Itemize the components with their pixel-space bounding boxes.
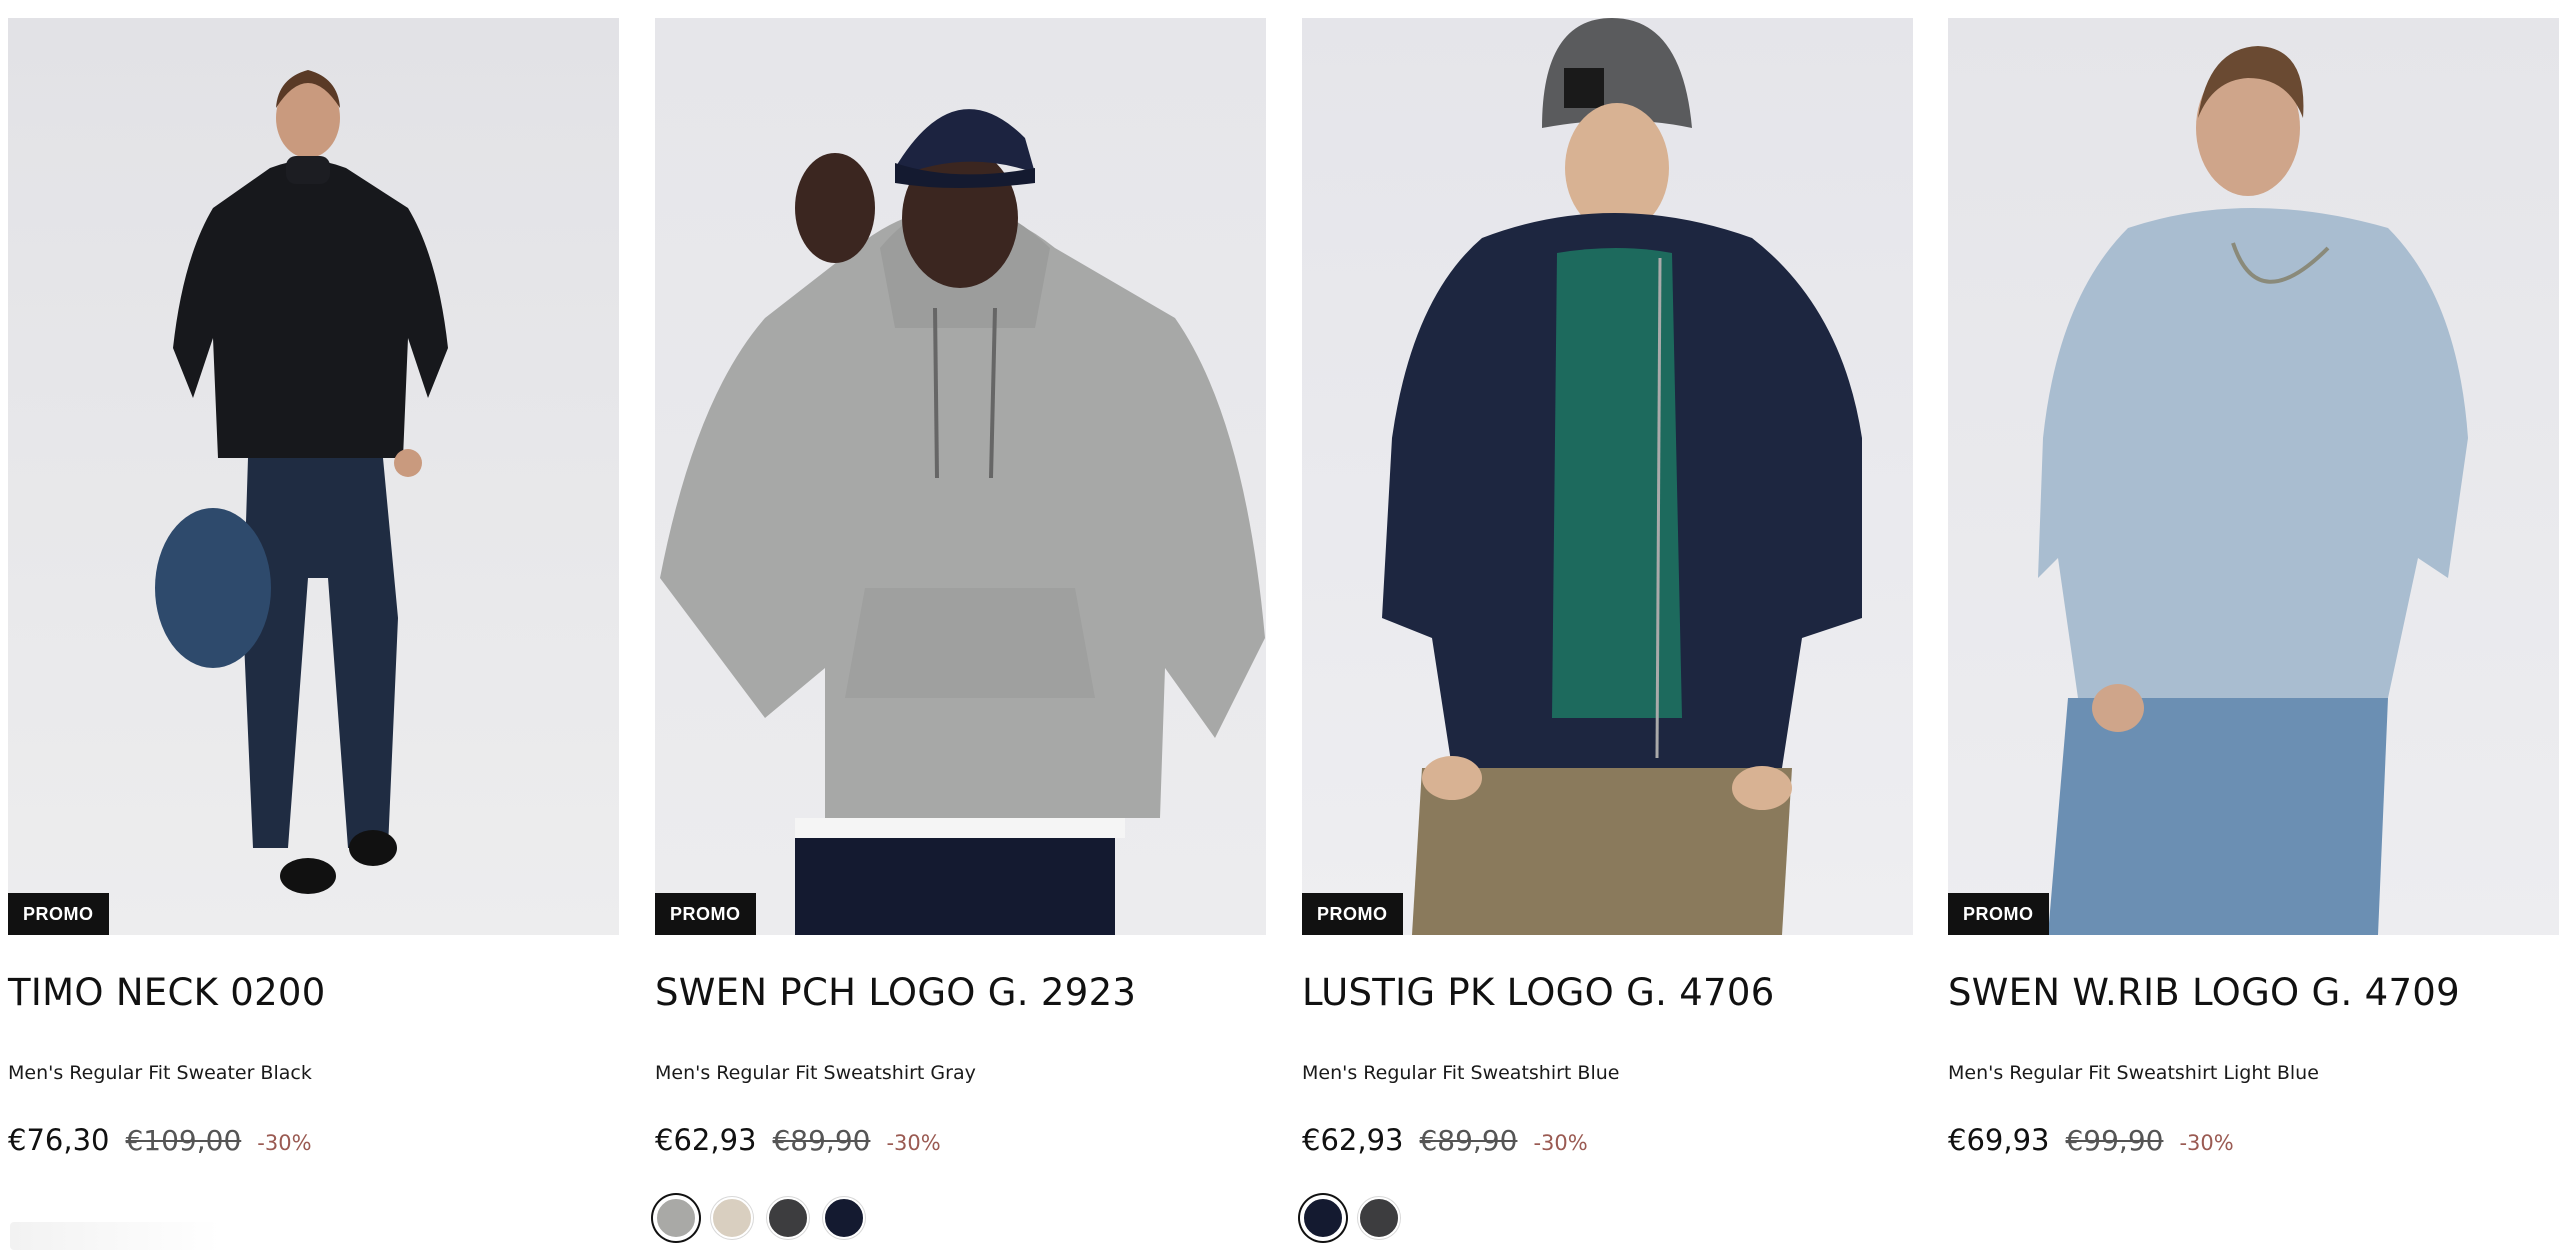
product-photo-timo-neck xyxy=(8,18,619,935)
current-price: €62,93 xyxy=(1302,1123,1404,1157)
current-price: €76,30 xyxy=(8,1123,110,1157)
current-price: €69,93 xyxy=(1948,1123,2050,1157)
color-swatch[interactable] xyxy=(711,1197,753,1239)
product-title[interactable]: SWEN PCH LOGO G. 2923 xyxy=(655,971,1266,1015)
price-row: €62,93 €89,90 -30% xyxy=(655,1123,1266,1157)
color-swatch[interactable] xyxy=(1358,1197,1400,1239)
discount-label: -30% xyxy=(886,1131,941,1155)
color-swatch[interactable] xyxy=(1302,1197,1344,1239)
promo-badge: PROMO xyxy=(1302,893,1403,935)
discount-label: -30% xyxy=(257,1131,312,1155)
original-price: €99,90 xyxy=(2065,1124,2164,1157)
product-image[interactable]: PROMO xyxy=(1302,18,1913,935)
product-title[interactable]: TIMO NECK 0200 xyxy=(8,971,619,1015)
color-swatches xyxy=(1948,1195,2559,1241)
discount-label: -30% xyxy=(1533,1131,1588,1155)
color-swatches xyxy=(1302,1195,1913,1241)
product-card[interactable]: PROMO TIMO NECK 0200 Men's Regular Fit S… xyxy=(8,18,619,1241)
color-swatch[interactable] xyxy=(767,1197,809,1239)
product-card[interactable]: PROMO SWEN W.RIB LOGO G. 4709 Men's Regu… xyxy=(1948,18,2559,1241)
product-photo-lustig-pk xyxy=(1302,18,1913,935)
promo-badge: PROMO xyxy=(655,893,756,935)
product-description: Men's Regular Fit Sweatshirt Light Blue xyxy=(1948,1062,2319,1084)
product-image[interactable]: PROMO xyxy=(655,18,1266,935)
original-price: €89,90 xyxy=(1419,1124,1518,1157)
color-swatch[interactable] xyxy=(655,1197,697,1239)
product-image[interactable]: PROMO xyxy=(1948,18,2559,935)
product-card[interactable]: PROMO SWEN PCH LOGO G. 2923 Men's Regula… xyxy=(655,18,1266,1241)
product-photo-swen-wrib xyxy=(1948,18,2559,935)
original-price: €89,90 xyxy=(772,1124,871,1157)
product-photo-swen-pch xyxy=(655,18,1266,935)
product-image[interactable]: PROMO xyxy=(8,18,619,935)
partially-visible-element xyxy=(10,1222,220,1250)
original-price: €109,00 xyxy=(125,1124,242,1157)
product-description: Men's Regular Fit Sweater Black xyxy=(8,1062,312,1084)
product-title[interactable]: SWEN W.RIB LOGO G. 4709 xyxy=(1948,971,2559,1015)
discount-label: -30% xyxy=(2179,1131,2234,1155)
product-card[interactable]: PROMO LUSTIG PK LOGO G. 4706 Men's Regul… xyxy=(1302,18,1913,1241)
color-swatch[interactable] xyxy=(823,1197,865,1239)
product-grid: PROMO TIMO NECK 0200 Men's Regular Fit S… xyxy=(0,0,2560,1250)
product-description: Men's Regular Fit Sweatshirt Gray xyxy=(655,1062,976,1084)
current-price: €62,93 xyxy=(655,1123,757,1157)
color-swatches xyxy=(655,1195,1266,1241)
promo-badge: PROMO xyxy=(8,893,109,935)
price-row: €62,93 €89,90 -30% xyxy=(1302,1123,1913,1157)
price-row: €76,30 €109,00 -30% xyxy=(8,1123,619,1157)
price-row: €69,93 €99,90 -30% xyxy=(1948,1123,2559,1157)
product-title[interactable]: LUSTIG PK LOGO G. 4706 xyxy=(1302,971,1913,1015)
promo-badge: PROMO xyxy=(1948,893,2049,935)
product-description: Men's Regular Fit Sweatshirt Blue xyxy=(1302,1062,1620,1084)
